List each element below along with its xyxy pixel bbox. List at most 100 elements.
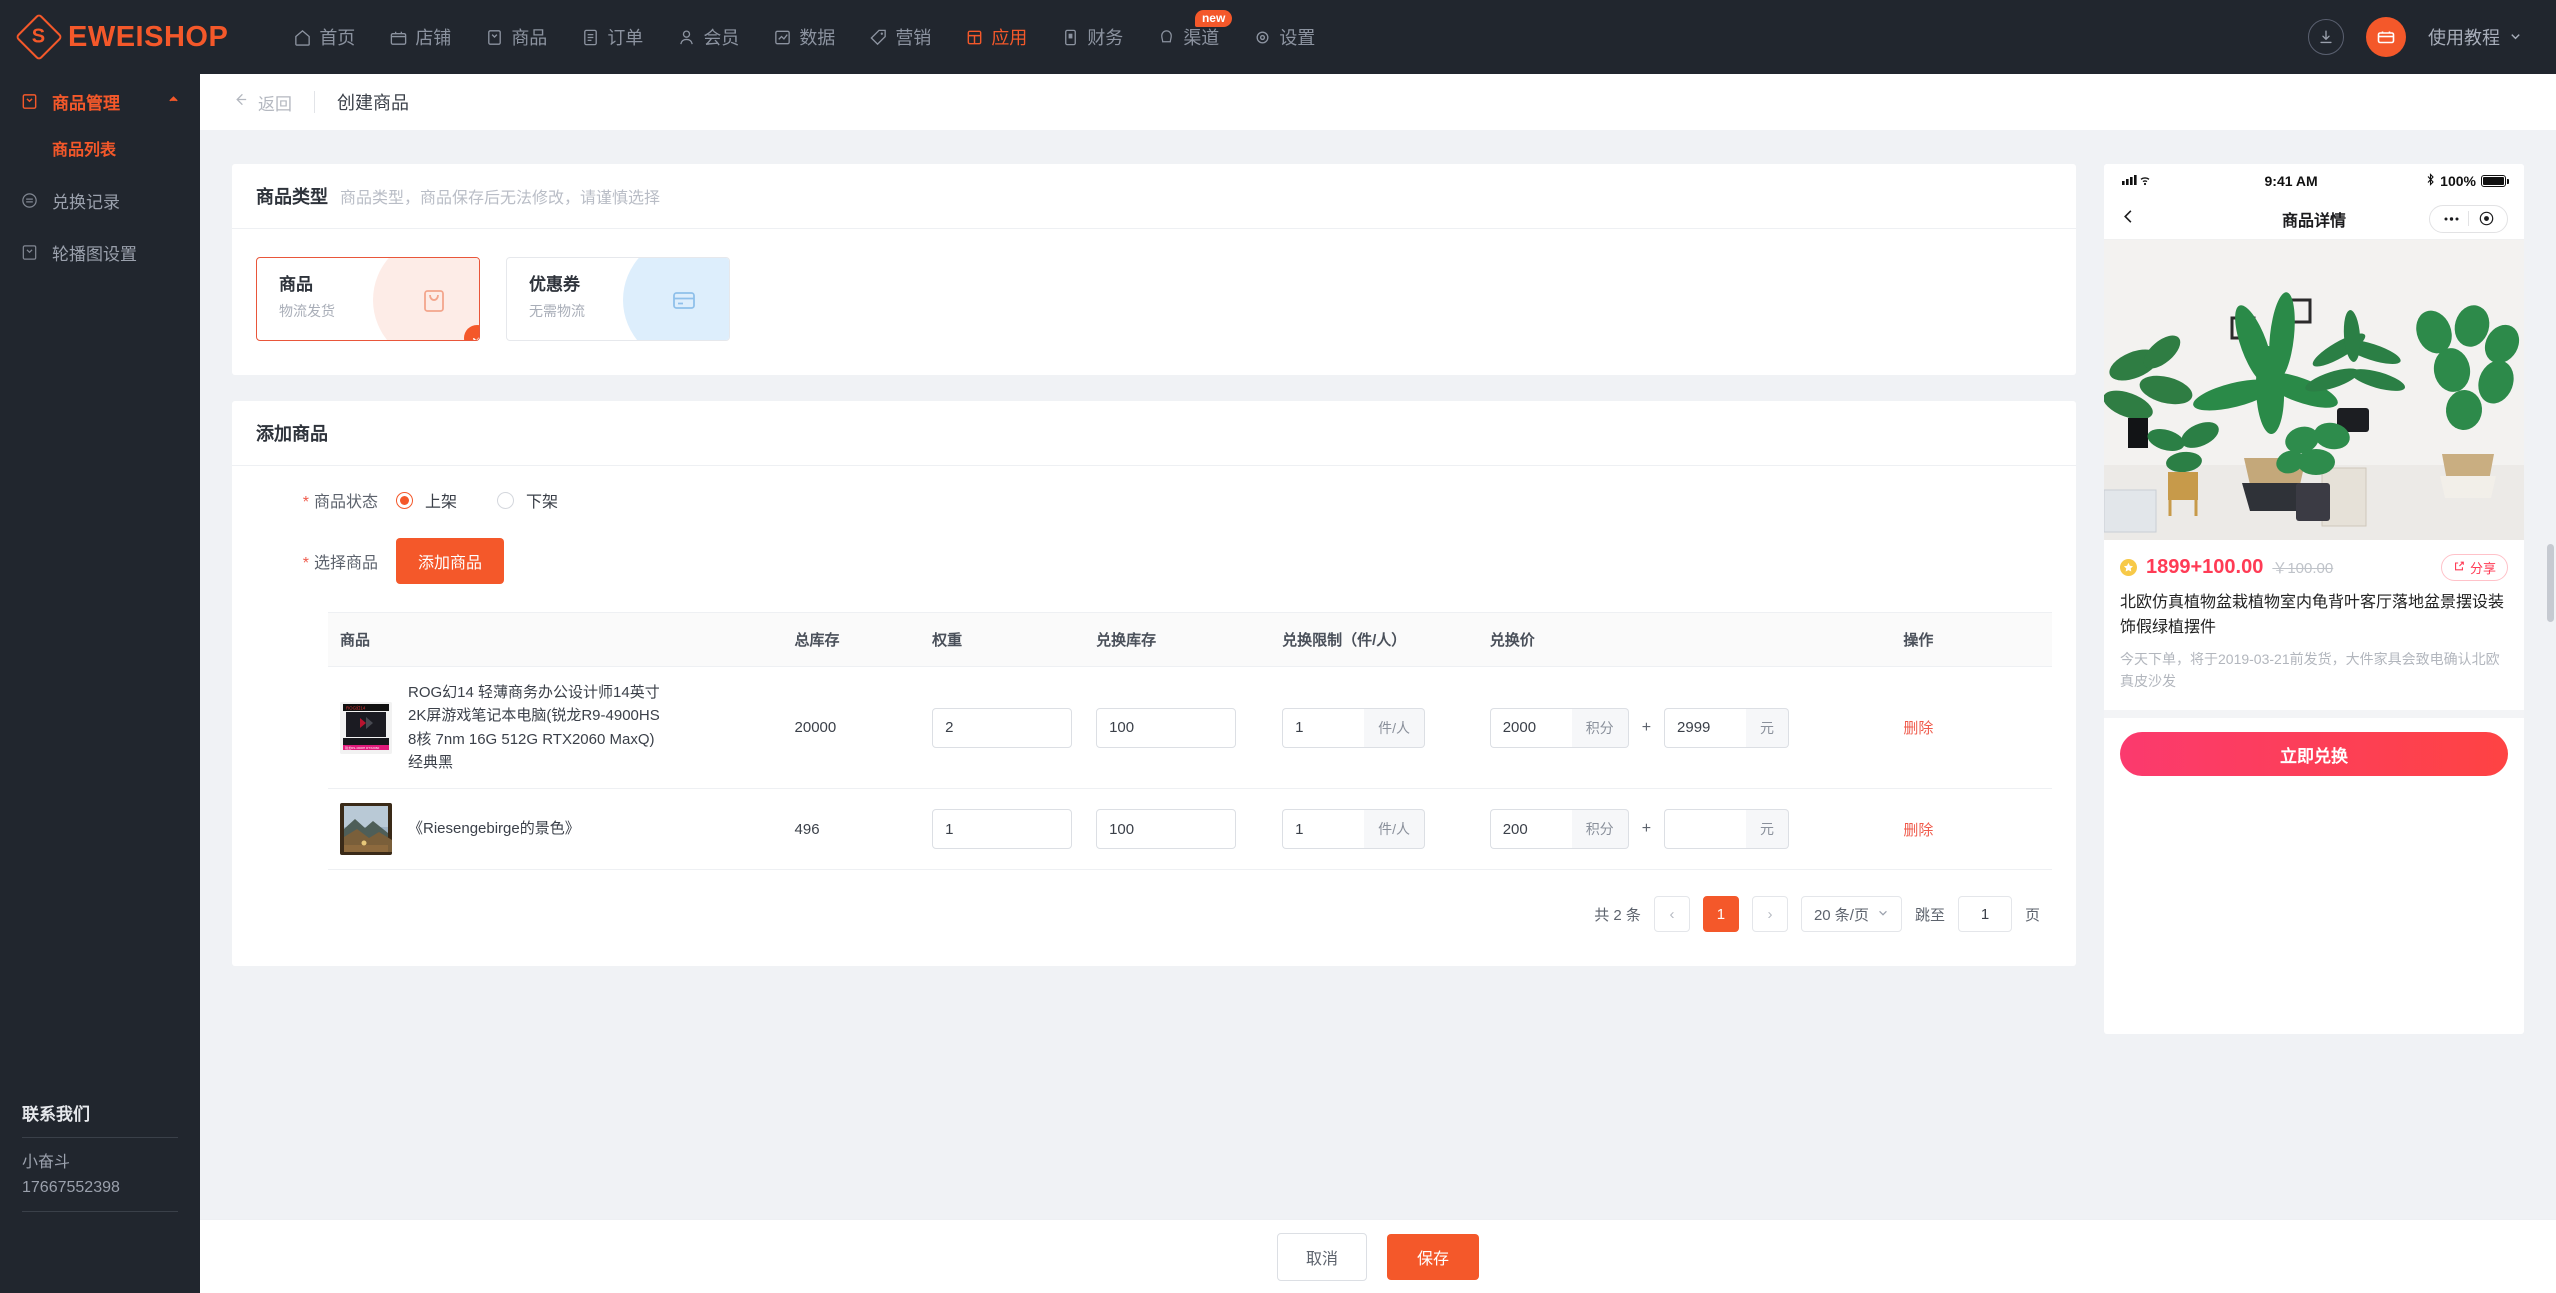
status-row: * 商品状态 上架 下架 <box>232 466 2076 512</box>
save-button[interactable]: 保存 <box>1387 1233 1480 1280</box>
more-dots-icon[interactable] <box>2434 216 2468 222</box>
product-name: ROG幻14 轻薄商务办公设计师14英寸2K屏游戏笔记本电脑(锐龙R9-4900… <box>408 684 660 771</box>
exchange-limit-input[interactable] <box>1282 809 1365 849</box>
type-card-goods[interactable]: 商品 物流发货 <box>256 257 480 341</box>
order-icon <box>581 28 600 47</box>
product-table-wrap: 商品 总库存 权重 兑换库存 兑换限制（件/人） 兑换价 操作 ROG幻14 锐… <box>328 612 2052 932</box>
product-type-options: 商品 物流发货 优惠券 无需物流 <box>232 229 2076 375</box>
painting-thumb <box>340 803 392 855</box>
type-card-coupon[interactable]: 优惠券 无需物流 <box>506 257 730 341</box>
brand-logo[interactable]: S EWEISHOP <box>14 12 228 62</box>
nav-item-member[interactable]: 会员 <box>660 0 756 74</box>
th-total-stock: 总库存 <box>782 612 921 667</box>
nav-item-settings[interactable]: 设置 <box>1236 0 1332 74</box>
add-product-card: 添加商品 * 商品状态 上架 下架 * 选择商品 添加商品 商品 总库存 权重 … <box>232 401 2076 966</box>
sidebar-item-banner-setting[interactable]: 轮播图设置 <box>0 226 200 278</box>
points-unit-addon: 积分 <box>1571 809 1629 849</box>
battery-percent: 100% <box>2440 173 2476 189</box>
pagination-next-button[interactable]: › <box>1751 896 1788 932</box>
select-product-row: * 选择商品 添加商品 <box>232 512 2076 584</box>
contact-phone: 17667552398 <box>22 1179 120 1197</box>
nav-label: 店铺 <box>415 28 452 48</box>
delete-link[interactable]: 删除 <box>1903 720 1933 737</box>
share-button[interactable]: 分享 <box>2440 554 2508 581</box>
nav-label: 会员 <box>703 28 740 48</box>
caret-up-icon[interactable] <box>167 91 180 111</box>
section-subtitle: 商品类型，商品保存后无法修改，请谨慎选择 <box>340 190 661 207</box>
page-size-select[interactable]: 20 条/页 <box>1800 896 1902 932</box>
product-table: 商品 总库存 权重 兑换库存 兑换限制（件/人） 兑换价 操作 ROG幻14 锐… <box>328 612 2052 870</box>
radio-on-shelf[interactable]: 上架 <box>396 488 457 512</box>
delete-link[interactable]: 删除 <box>1903 822 1933 839</box>
phone-price: 1899+100.00 <box>2146 556 2264 578</box>
pagination-prev-button[interactable]: ‹ <box>1653 896 1690 932</box>
preview-column: 9:41 AM 100% 商品详情 1899+100.00 ￥100.00 分享… <box>2104 164 2524 1034</box>
phone-capsule-buttons <box>2429 204 2508 233</box>
sidebar-item-goods-list[interactable]: 商品列表 <box>0 128 200 174</box>
shop-avatar-icon[interactable] <box>2366 17 2406 57</box>
back-button[interactable]: 返回 <box>232 90 292 115</box>
limit-unit-addon: 件/人 <box>1364 809 1425 849</box>
jump-page-input[interactable] <box>1957 896 2012 932</box>
nav-item-order[interactable]: 订单 <box>564 0 660 74</box>
nav-item-app[interactable]: 应用 <box>948 0 1044 74</box>
sidebar-group-goods-manage[interactable]: 商品管理 <box>0 74 200 128</box>
cell-action: 删除 <box>1891 788 2052 870</box>
nav-item-store[interactable]: 店铺 <box>372 0 468 74</box>
sidebar: 商品管理 商品列表 兑换记录 轮播图设置 联系我们 小奋斗 1766755239… <box>0 74 200 1293</box>
th-exchange-price: 兑换价 <box>1477 612 1892 667</box>
radio-off-shelf[interactable]: 下架 <box>497 488 558 512</box>
cell-exchange-price: 积分 + 元 <box>1477 788 1892 870</box>
money-unit-addon: 元 <box>1746 809 1790 849</box>
cell-weight <box>920 788 1085 870</box>
download-icon[interactable] <box>2308 19 2344 55</box>
nav-item-channel[interactable]: 渠道 new <box>1140 0 1236 74</box>
section-title: 添加商品 <box>256 424 328 444</box>
th-exchange-stock: 兑换库存 <box>1084 612 1271 667</box>
divider <box>22 1211 178 1212</box>
money-input[interactable] <box>1664 707 1747 748</box>
points-input[interactable] <box>1489 809 1572 849</box>
coin-icon <box>2120 559 2137 576</box>
vertical-scrollbar-thumb[interactable] <box>2547 544 2554 622</box>
battery-icon <box>2480 175 2509 187</box>
th-action: 操作 <box>1891 612 2052 667</box>
cell-total-stock: 496 <box>782 788 921 870</box>
cell-product: ROG幻14 锐龙R9-4900H RTX2060 ROG幻14 轻薄商务办公设… <box>328 666 783 789</box>
table-head: 商品 总库存 权重 兑换库存 兑换限制（件/人） 兑换价 操作 <box>328 612 2052 667</box>
pagination-page-1[interactable]: 1 <box>1702 896 1739 932</box>
money-input[interactable] <box>1664 809 1747 849</box>
chevron-down-icon <box>2509 27 2522 48</box>
bluetooth-icon <box>2426 173 2435 189</box>
nav-label: 财务 <box>1087 28 1124 48</box>
target-icon[interactable] <box>2469 211 2503 226</box>
divider <box>22 1137 178 1139</box>
weight-input[interactable] <box>932 707 1073 748</box>
nav-item-home[interactable]: 首页 <box>276 0 372 74</box>
radio-label: 下架 <box>526 494 559 511</box>
exchange-stock-input[interactable] <box>1096 809 1237 849</box>
exchange-now-button[interactable]: 立即兑换 <box>2120 732 2508 777</box>
nav-item-marketing[interactable]: 营销 <box>852 0 948 74</box>
cell-exchange-limit: 件/人 <box>1270 788 1478 870</box>
add-product-button[interactable]: 添加商品 <box>396 538 505 584</box>
share-label: 分享 <box>2469 561 2496 576</box>
exchange-limit-input[interactable] <box>1282 707 1365 748</box>
cancel-button[interactable]: 取消 <box>1276 1232 1367 1281</box>
points-input[interactable] <box>1489 707 1572 748</box>
tutorial-menu[interactable]: 使用教程 <box>2428 24 2522 50</box>
phone-price-row: 1899+100.00 ￥100.00 分享 <box>2120 554 2508 581</box>
radio-dot-checked-icon <box>396 491 413 509</box>
nav-item-goods[interactable]: 商品 <box>468 0 564 74</box>
sidebar-item-exchange-record[interactable]: 兑换记录 <box>0 174 200 226</box>
exchange-stock-input[interactable] <box>1096 707 1237 748</box>
nav-item-finance[interactable]: 财务 <box>1044 0 1140 74</box>
svg-text:ROG幻14: ROG幻14 <box>346 704 366 711</box>
form-footer: 取消 保存 <box>200 1219 2556 1293</box>
phone-product-image <box>2104 240 2524 540</box>
weight-input[interactable] <box>932 809 1073 849</box>
contact-name: 小奋斗 <box>22 1154 71 1172</box>
nav-label: 设置 <box>1279 28 1316 48</box>
nav-item-data[interactable]: 数据 <box>756 0 852 74</box>
store-icon <box>389 28 408 47</box>
